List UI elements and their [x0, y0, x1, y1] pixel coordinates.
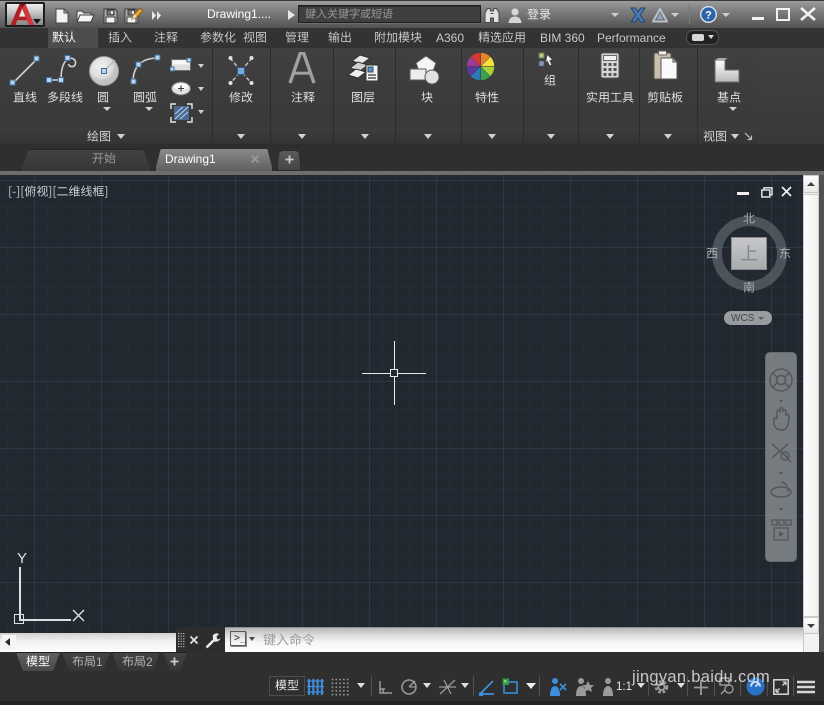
svg-text:?: ?	[705, 10, 712, 22]
